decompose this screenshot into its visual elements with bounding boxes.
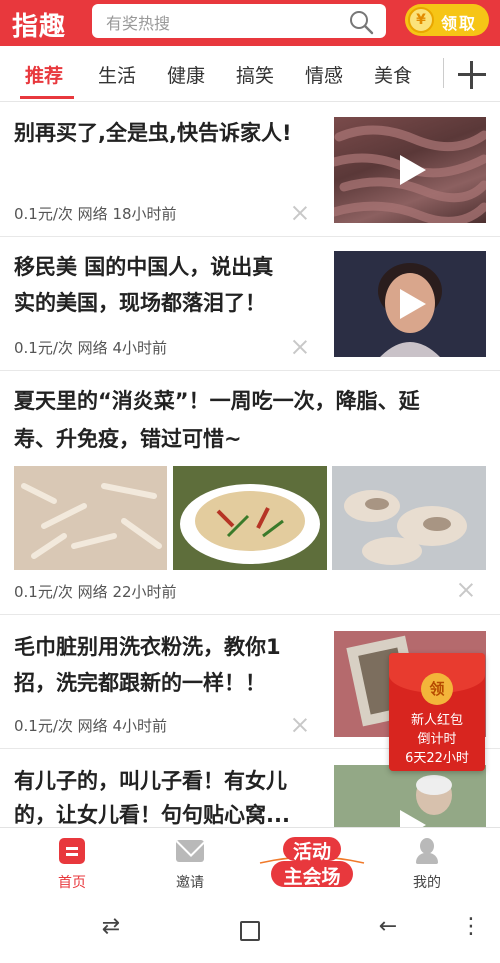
tab-life[interactable]: 生活 (98, 61, 136, 88)
article-meta: 0.1元/次 网络 4小时前 (14, 717, 167, 735)
article-title[interactable]: 有儿子的，叫儿子看！有女儿 (14, 763, 287, 799)
nav-me[interactable]: 我的 (387, 828, 467, 894)
system-navigation-bar: ⇄ ← ⋮ (0, 893, 500, 963)
play-icon[interactable] (390, 150, 430, 190)
event-label-line-1: 活动 (292, 841, 331, 863)
category-tabs: 推荐 生活 健康 搞笑 情感 美食 (0, 46, 500, 102)
video-thumbnail[interactable] (334, 251, 486, 357)
feed-item[interactable]: 移民美 国的中国人，说出真 实的美国，现场都落泪了！ 0.1元/次 网络 4小时… (0, 237, 500, 371)
new-user-red-envelope[interactable]: 领 新人红包 倒计时 6天22小时 (389, 653, 485, 771)
nav-me-label: 我的 (413, 875, 441, 891)
profile-icon-head (420, 838, 434, 854)
article-title[interactable]: 夏天里的“消炎菜”！一周吃一次，降脂、延 (14, 383, 420, 419)
article-meta: 0.1元/次 网络 22小时前 (14, 583, 177, 601)
tab-divider (443, 58, 444, 88)
coin-icon: ¥ (408, 7, 434, 33)
nav-invite[interactable]: 邀请 (150, 828, 230, 894)
home-icon (59, 838, 85, 864)
article-meta: 0.1元/次 网络 18小时前 (14, 205, 177, 223)
menu-icon[interactable]: ⋮ (460, 913, 482, 941)
thumbnail-image (21, 483, 162, 559)
tab-health[interactable]: 健康 (167, 61, 205, 88)
feed-item[interactable]: 别再买了,全是虫,快告诉家人! 0.1元/次 网络 18小时前 (0, 103, 500, 237)
article-title[interactable]: 毛巾脏别用洗衣粉洗，教你1 (14, 629, 281, 665)
envelope-countdown: 6天22小时 (405, 751, 469, 766)
envelope-line-1: 新人红包 (410, 713, 463, 728)
thumbnail-image (180, 484, 320, 564)
dismiss-icon[interactable] (459, 583, 473, 597)
app-logo: 指趣 (12, 12, 67, 42)
article-title[interactable]: 招，洗完都跟新的一样！！ (14, 665, 266, 701)
envelope-seal-icon: 领 (421, 673, 453, 705)
active-tab-indicator (20, 96, 74, 99)
video-thumbnail[interactable] (334, 765, 486, 827)
profile-icon-body (416, 853, 438, 864)
claim-reward-button[interactable]: ¥ 领取 (405, 4, 489, 36)
bottom-navigation: 首页 邀请 我的 (0, 827, 500, 893)
play-icon[interactable] (390, 805, 430, 827)
tab-emotion[interactable]: 情感 (305, 61, 343, 88)
dismiss-icon[interactable] (293, 206, 307, 220)
search-input[interactable]: 有奖热搜 (92, 4, 386, 38)
tab-recommend[interactable]: 推荐 (25, 61, 63, 88)
dismiss-icon[interactable] (293, 340, 307, 354)
video-thumbnail[interactable] (334, 117, 486, 223)
envelope-icon (176, 840, 204, 862)
tab-food[interactable]: 美食 (374, 61, 412, 88)
envelope-line-2: 倒计时 (417, 732, 457, 747)
top-bar: 指趣 有奖热搜 ¥ 领取 (0, 0, 500, 46)
article-title[interactable]: 别再买了,全是虫,快告诉家人! (14, 115, 292, 151)
home-square-icon[interactable] (240, 921, 260, 941)
article-title[interactable]: 移民美 国的中国人，说出真 (14, 249, 273, 285)
search-placeholder: 有奖热搜 (106, 14, 171, 33)
play-icon[interactable] (390, 284, 430, 324)
article-title[interactable]: 的，让女儿看！句句贴心窝... (14, 797, 290, 827)
search-icon[interactable] (348, 9, 374, 35)
feed-item[interactable]: 夏天里的“消炎菜”！一周吃一次，降脂、延 寿、升免疫，错过可惜~ 0.1元/次 … (0, 371, 500, 615)
event-main-venue-button[interactable]: 活动 主会场 (258, 837, 366, 889)
tab-funny[interactable]: 搞笑 (236, 61, 274, 88)
claim-label: 领取 (441, 14, 478, 33)
article-image[interactable] (173, 466, 327, 570)
recent-apps-icon[interactable]: ⇄ (97, 913, 125, 941)
article-title[interactable]: 实的美国，现场都落泪了！ (14, 285, 266, 321)
app-screen: 指趣 有奖热搜 ¥ 领取 推荐 生活 健康 搞笑 情感 美食 别再买了,全是虫,… (0, 0, 500, 963)
event-label-line-2: 主会场 (283, 866, 341, 888)
article-image[interactable] (14, 466, 167, 570)
article-image[interactable] (332, 466, 486, 570)
nav-home[interactable]: 首页 (32, 828, 112, 894)
article-title[interactable]: 寿、升免疫，错过可惜~ (14, 421, 242, 457)
nav-invite-label: 邀请 (176, 875, 204, 891)
profile-icon (414, 838, 440, 864)
back-icon[interactable]: ← (374, 913, 402, 941)
article-meta: 0.1元/次 网络 4小时前 (14, 339, 167, 357)
thumbnail-image (344, 490, 467, 565)
dismiss-icon[interactable] (293, 718, 307, 732)
add-channel-icon[interactable] (455, 58, 489, 92)
nav-home-label: 首页 (58, 875, 86, 891)
